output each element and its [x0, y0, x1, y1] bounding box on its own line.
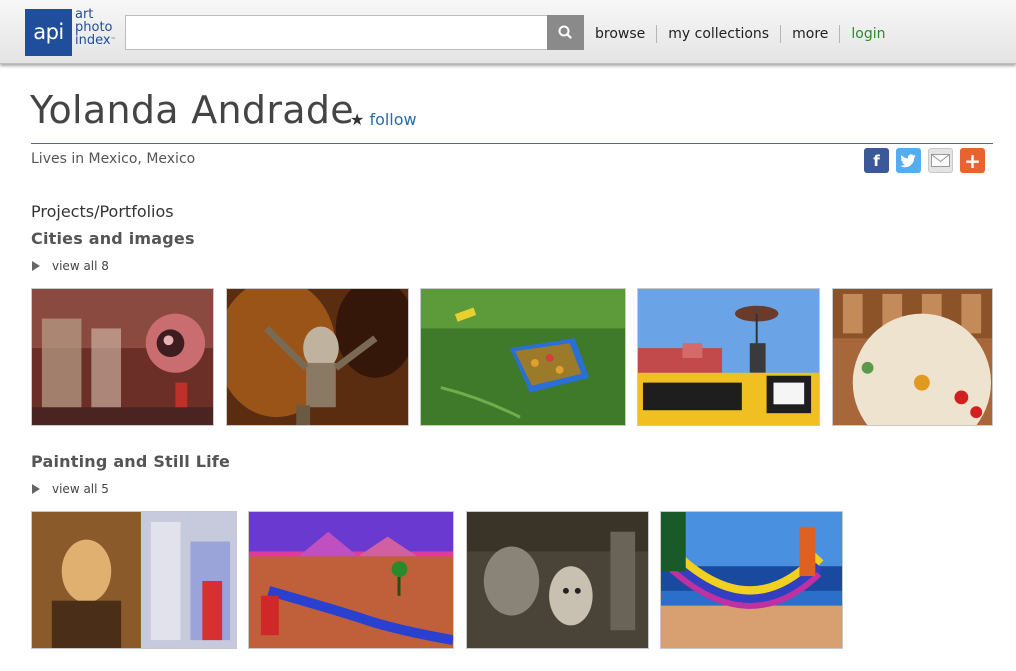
twitter-share-button[interactable] [896, 148, 921, 173]
title-divider [31, 143, 993, 144]
projects-heading: Projects/Portfolios [31, 202, 174, 221]
logo-line-index-text: index [75, 33, 111, 48]
logo-line-index: index™ [75, 34, 116, 47]
photo-colorful-landscape [249, 512, 453, 648]
more-share-button[interactable]: + [960, 148, 985, 173]
plus-icon: + [964, 148, 981, 173]
search-input[interactable] [125, 15, 548, 50]
artist-name: Yolanda Andrade [30, 88, 354, 132]
thumbnail-weathered-wall[interactable] [466, 511, 649, 649]
project-title-cities[interactable]: Cities and images [31, 229, 195, 248]
star-icon: ★ [350, 110, 365, 129]
email-share-button[interactable] [928, 148, 953, 173]
thumbnail-hammock-beach[interactable] [660, 511, 843, 649]
thumbnail-floating-basket[interactable] [420, 288, 626, 426]
follow-button[interactable]: ★ follow [350, 110, 417, 129]
nav-my-collections[interactable]: my collections [656, 25, 780, 43]
artist-location: Lives in Mexico, Mexico [31, 151, 196, 167]
facebook-share-button[interactable]: f [864, 148, 889, 173]
follow-label: follow [369, 110, 417, 129]
logo-wordmark[interactable]: art photo index™ [75, 8, 116, 47]
twitter-icon [900, 153, 916, 167]
view-all-cities-link[interactable]: view all 8 [32, 259, 109, 273]
top-navbar: api art photo index™ browse my collectio… [0, 0, 1016, 64]
thumbnail-fire-figure[interactable] [226, 288, 409, 426]
view-all-cities-label: view all 8 [52, 259, 109, 273]
thumbnail-colorful-landscape[interactable] [248, 511, 454, 649]
view-all-painting-label: view all 5 [52, 482, 109, 496]
search-icon [558, 25, 572, 39]
search-button[interactable] [547, 15, 584, 50]
thumbnail-mona-lisa[interactable] [31, 511, 237, 649]
nav-browse[interactable]: browse [584, 25, 656, 43]
thumbnail-eye-sculpture[interactable] [31, 288, 214, 426]
view-all-painting-link[interactable]: view all 5 [32, 482, 109, 496]
photo-temple-parasol [833, 289, 992, 425]
project-title-painting[interactable]: Painting and Still Life [31, 452, 230, 471]
nav-login[interactable]: login [839, 25, 896, 43]
photo-eye-sculpture [32, 289, 213, 425]
facebook-icon: f [873, 151, 880, 170]
thumbnail-school-bus[interactable] [637, 288, 820, 426]
photo-school-bus [638, 289, 819, 425]
photo-floating-basket [421, 289, 625, 425]
share-buttons: f + [864, 148, 985, 173]
photo-hammock-beach [661, 512, 842, 648]
trademark-mark: ™ [110, 37, 116, 43]
play-arrow-icon [32, 261, 40, 271]
main-nav: browse my collections more login [584, 24, 896, 44]
nav-more[interactable]: more [780, 25, 839, 43]
photo-fire-figure [227, 289, 408, 425]
play-arrow-icon [32, 484, 40, 494]
photo-mona-lisa [32, 512, 236, 648]
site-logo[interactable]: api [25, 9, 72, 56]
thumbnail-temple-parasol[interactable] [832, 288, 993, 426]
photo-weathered-wall [467, 512, 648, 648]
email-icon [931, 154, 950, 167]
